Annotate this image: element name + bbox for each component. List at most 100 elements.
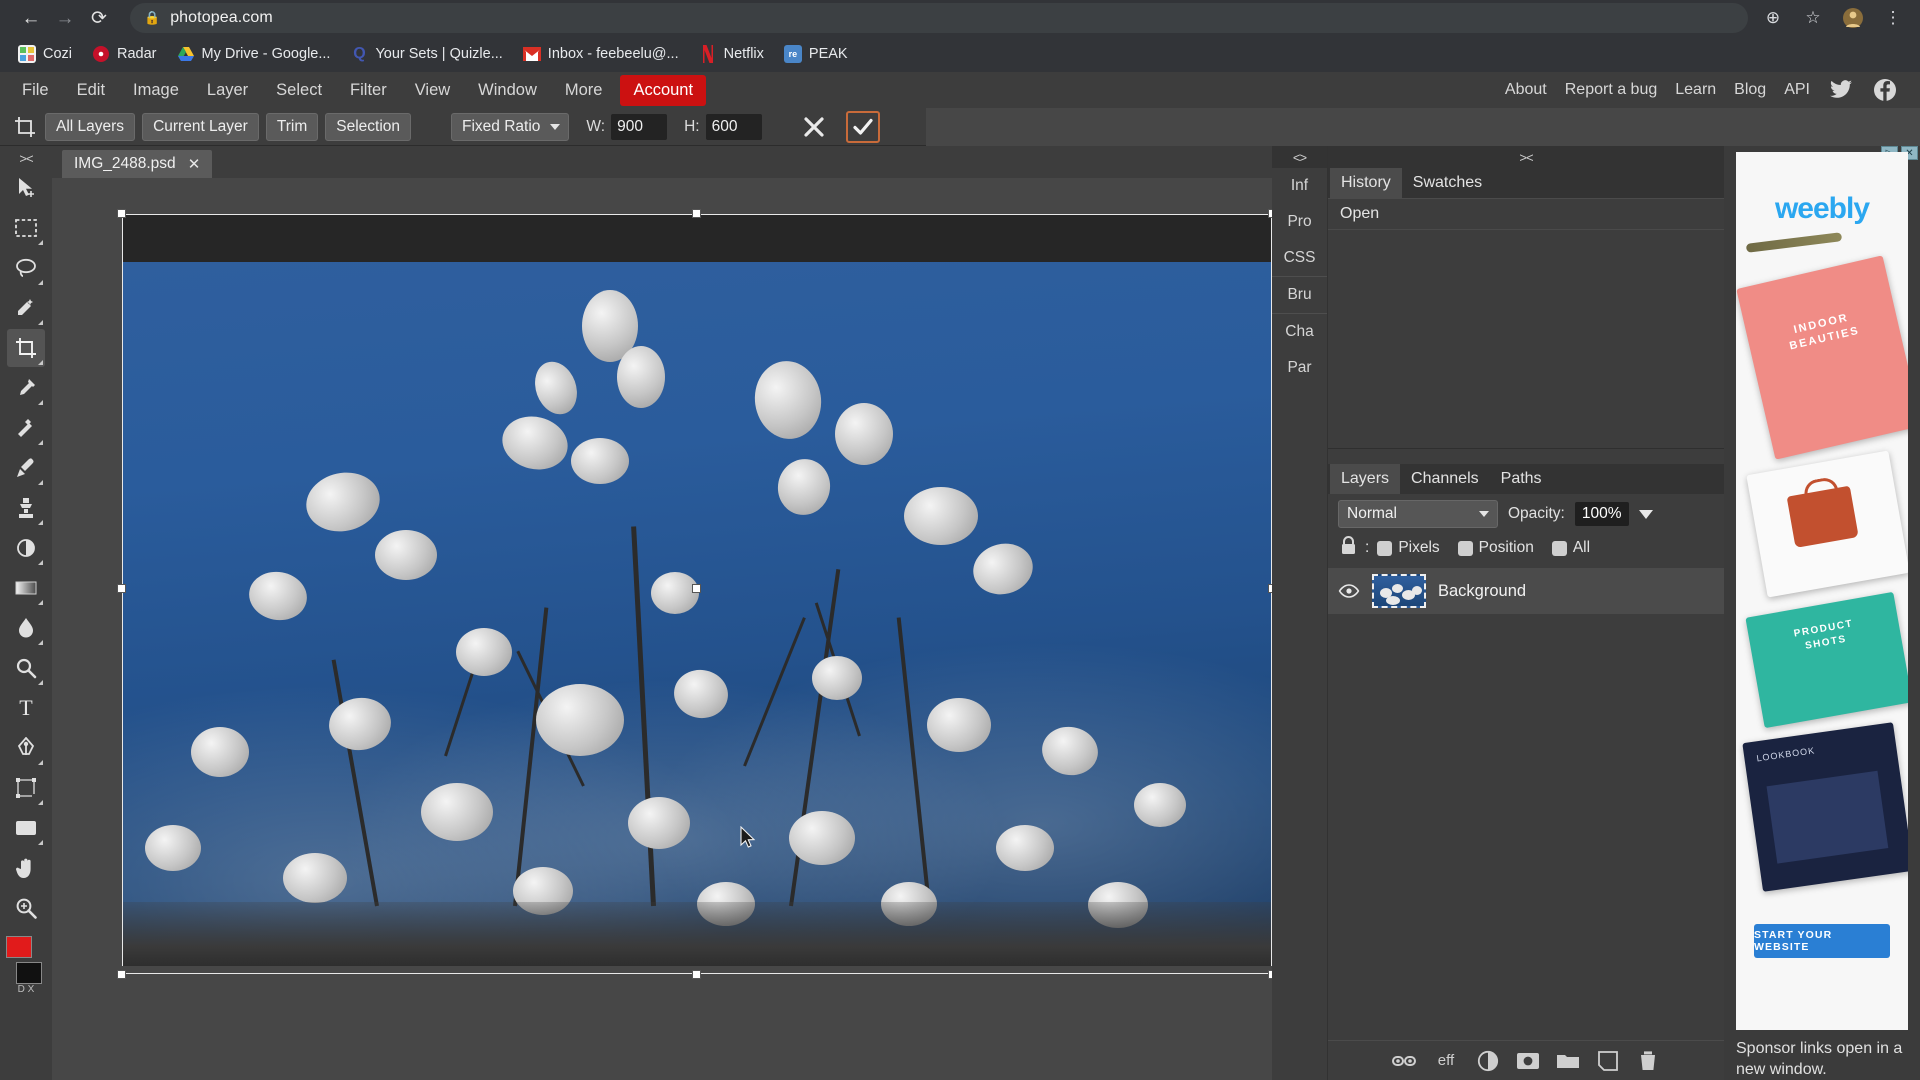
link-api[interactable]: API [1784, 81, 1810, 99]
tools-collapse-icon[interactable]: >< [0, 148, 52, 168]
dodge-tool[interactable] [7, 649, 45, 687]
crop-width-field[interactable]: W: [586, 113, 668, 140]
crop-handle-top-right[interactable] [1268, 209, 1272, 218]
menu-window[interactable]: Window [464, 75, 551, 106]
opacity-dropdown-icon[interactable] [1638, 509, 1653, 519]
properties-tab[interactable]: Pro [1272, 204, 1327, 240]
menu-more[interactable]: More [551, 75, 617, 106]
foreground-color-swatch[interactable] [6, 936, 32, 958]
new-layer-icon[interactable] [1596, 1049, 1620, 1073]
bookmark-radar[interactable]: Radar [84, 41, 165, 67]
crop-handle-middle-right[interactable] [1268, 584, 1272, 593]
path-selection-tool[interactable] [7, 769, 45, 807]
chrome-menu-icon[interactable]: ⋮ [1880, 5, 1906, 31]
link-layers-icon[interactable] [1392, 1049, 1416, 1073]
canvas-image[interactable] [122, 262, 1272, 966]
crop-overlay-frame[interactable] [117, 206, 1272, 979]
info-tab[interactable]: Inf [1272, 168, 1327, 204]
layer-mask-icon[interactable] [1516, 1049, 1540, 1073]
hand-tool[interactable] [7, 849, 45, 887]
foreground-background-color-swatches[interactable] [6, 936, 46, 984]
option-trim[interactable]: Trim [265, 112, 319, 141]
tab-channels[interactable]: Channels [1400, 464, 1490, 494]
new-group-icon[interactable] [1556, 1049, 1580, 1073]
menu-filter[interactable]: Filter [336, 75, 401, 106]
spot-healing-brush-tool[interactable] [7, 409, 45, 447]
crop-handle-bottom-right[interactable] [1268, 970, 1272, 979]
install-icon[interactable]: ⊕ [1760, 5, 1786, 31]
canvas-viewport[interactable] [52, 178, 1272, 1080]
bookmark-cozi[interactable]: Cozi [10, 41, 80, 67]
lock-position-checkbox[interactable] [1457, 540, 1473, 556]
quick-selection-tool[interactable] [7, 289, 45, 327]
crop-handle-middle-left[interactable] [117, 584, 126, 593]
zoom-tool[interactable] [7, 889, 45, 927]
forward-arrow-icon[interactable]: → [48, 1, 82, 35]
eraser-tool[interactable] [7, 529, 45, 567]
adjustment-layer-icon[interactable] [1476, 1049, 1500, 1073]
link-about[interactable]: About [1505, 81, 1547, 99]
lock-pixels-option[interactable]: Pixels [1377, 539, 1440, 557]
css-tab[interactable]: CSS [1272, 240, 1327, 276]
menu-image[interactable]: Image [119, 75, 193, 106]
crop-height-field[interactable]: H: [684, 113, 762, 140]
profile-avatar-icon[interactable] [1840, 5, 1866, 31]
option-current-layer[interactable]: Current Layer [142, 112, 259, 141]
menu-edit[interactable]: Edit [63, 75, 119, 106]
delete-layer-icon[interactable] [1636, 1049, 1660, 1073]
lock-pixels-checkbox[interactable] [1377, 540, 1393, 556]
bookmark-peak[interactable]: re PEAK [776, 41, 856, 67]
layer-effects-icon[interactable]: eff [1432, 1049, 1460, 1073]
panel-splitter[interactable] [1328, 448, 1724, 464]
option-all-layers[interactable]: All Layers [45, 112, 136, 141]
address-bar[interactable]: 🔒 photopea.com [130, 3, 1748, 33]
lasso-tool[interactable] [7, 249, 45, 287]
gradient-tool[interactable] [7, 569, 45, 607]
link-learn[interactable]: Learn [1675, 81, 1716, 99]
start-your-website-button[interactable]: START YOUR WEBSITE [1754, 924, 1890, 958]
crop-tool[interactable] [7, 329, 45, 367]
cancel-crop-icon[interactable] [799, 112, 829, 142]
tab-paths[interactable]: Paths [1490, 464, 1553, 494]
default-swap-colors-label[interactable]: D X [18, 984, 35, 995]
crop-height-input[interactable] [705, 113, 762, 140]
dock-collapse-icon[interactable]: >< [1328, 146, 1724, 168]
ratio-select[interactable]: Fixed Ratio [451, 112, 570, 141]
close-icon[interactable]: ✕ [188, 155, 201, 173]
move-tool[interactable] [7, 169, 45, 207]
bookmark-quizlet[interactable]: Q Your Sets | Quizle... [342, 41, 510, 67]
tab-layers[interactable]: Layers [1330, 464, 1401, 494]
shape-tool[interactable] [7, 809, 45, 847]
clone-stamp-tool[interactable] [7, 489, 45, 527]
option-selection[interactable]: Selection [325, 112, 412, 141]
link-blog[interactable]: Blog [1734, 81, 1766, 99]
crop-handle-bottom-left[interactable] [117, 970, 126, 979]
crop-handle-top-left[interactable] [117, 209, 126, 218]
eyedropper-tool[interactable] [7, 369, 45, 407]
menu-select[interactable]: Select [262, 75, 336, 106]
document-tab[interactable]: IMG_2488.psd ✕ [62, 150, 213, 178]
crop-handle-top-center[interactable] [692, 209, 701, 218]
facebook-icon[interactable] [1872, 77, 1898, 103]
dock-expand-icon[interactable]: <> [1272, 146, 1327, 168]
layer-thumbnail[interactable] [1372, 574, 1426, 608]
menu-file[interactable]: File [8, 75, 63, 106]
ad-creative[interactable]: weebly INDOOR BEAUTIES PRODUCT SHOTS LOOKB… [1736, 152, 1908, 1030]
rectangular-marquee-tool[interactable] [7, 209, 45, 247]
bookmark-netflix[interactable]: Netflix [691, 41, 772, 67]
menu-view[interactable]: View [401, 75, 464, 106]
twitter-icon[interactable] [1828, 77, 1854, 103]
lock-all-option[interactable]: All [1551, 539, 1590, 557]
bookmark-star-icon[interactable]: ☆ [1800, 5, 1826, 31]
brushes-tab[interactable]: Bru [1272, 276, 1327, 313]
history-item[interactable]: Open [1328, 199, 1724, 230]
paragraph-tab[interactable]: Par [1272, 350, 1327, 386]
history-panel-body[interactable]: Open [1328, 198, 1724, 448]
tab-swatches[interactable]: Swatches [1402, 168, 1493, 198]
crop-handle-bottom-center[interactable] [692, 970, 701, 979]
blend-mode-select[interactable]: Normal [1338, 500, 1498, 528]
character-tab[interactable]: Cha [1272, 313, 1327, 350]
opacity-value[interactable]: 100% [1574, 502, 1629, 526]
layer-row[interactable]: Background [1328, 568, 1724, 614]
tab-history[interactable]: History [1330, 168, 1402, 198]
